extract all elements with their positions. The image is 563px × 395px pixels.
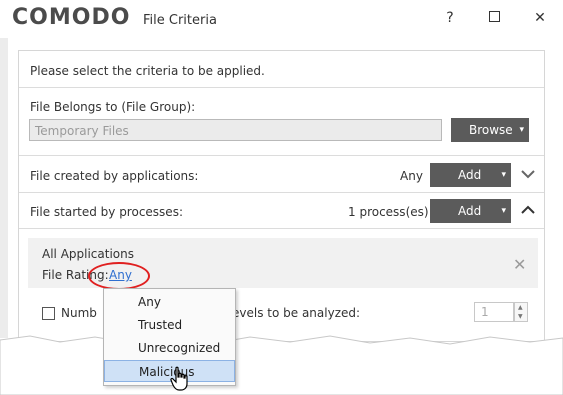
highlight-circle: [88, 262, 150, 290]
add-button-label: Add: [458, 204, 482, 218]
close-button[interactable]: ✕: [530, 8, 550, 28]
divider: [19, 87, 544, 88]
window-title: File Criteria: [143, 13, 217, 28]
help-button[interactable]: ?: [440, 8, 460, 28]
rating-option-unrecognized[interactable]: Unrecognized: [104, 337, 235, 359]
browse-button[interactable]: Browse ▾: [451, 118, 529, 142]
started-by-label: File started by processes:: [30, 205, 183, 219]
comodo-logo: COMODO: [12, 5, 131, 30]
add-button-label: Add: [458, 168, 482, 182]
spin-up-icon[interactable]: ▲: [518, 304, 523, 311]
collapse-chevron-up-icon[interactable]: [518, 199, 538, 223]
divider: [19, 228, 544, 229]
expand-chevron-down-icon[interactable]: [518, 163, 538, 187]
created-by-label: File created by applications:: [30, 169, 199, 183]
hand-cursor-icon: [170, 366, 188, 391]
divider: [19, 192, 544, 193]
levels-spinner[interactable]: ▲ ▼: [514, 302, 528, 322]
add-process-button[interactable]: Add ▾: [430, 199, 511, 223]
levels-label-end: evels to be analyzed:: [232, 306, 361, 320]
levels-input[interactable]: 1: [474, 302, 514, 322]
rating-option-any[interactable]: Any: [104, 291, 235, 313]
maximize-button[interactable]: [484, 8, 504, 28]
created-by-value: Any: [400, 169, 423, 183]
levels-checkbox[interactable]: [42, 307, 55, 320]
file-group-field[interactable]: Temporary Files: [29, 119, 442, 141]
torn-edge: [0, 335, 563, 395]
started-by-value: 1 process(es): [348, 205, 429, 219]
intro-text: Please select the criteria to be applied…: [30, 64, 265, 78]
file-group-label: File Belongs to (File Group):: [30, 100, 196, 114]
browse-button-label: Browse: [469, 123, 513, 137]
spin-down-icon[interactable]: ▼: [518, 313, 523, 320]
left-edge-strip: [0, 38, 8, 338]
caret-down-icon: ▾: [501, 170, 506, 180]
caret-down-icon: ▾: [519, 125, 524, 135]
remove-icon[interactable]: ✕: [513, 255, 526, 274]
maximize-icon: [488, 11, 500, 22]
criteria-panel: [18, 50, 545, 342]
process-name: All Applications: [42, 247, 134, 261]
add-application-button[interactable]: Add ▾: [430, 163, 511, 187]
caret-down-icon: ▾: [501, 206, 506, 216]
rating-option-trusted[interactable]: Trusted: [104, 314, 235, 336]
divider: [19, 155, 544, 156]
levels-label-start: Numb: [61, 306, 97, 320]
